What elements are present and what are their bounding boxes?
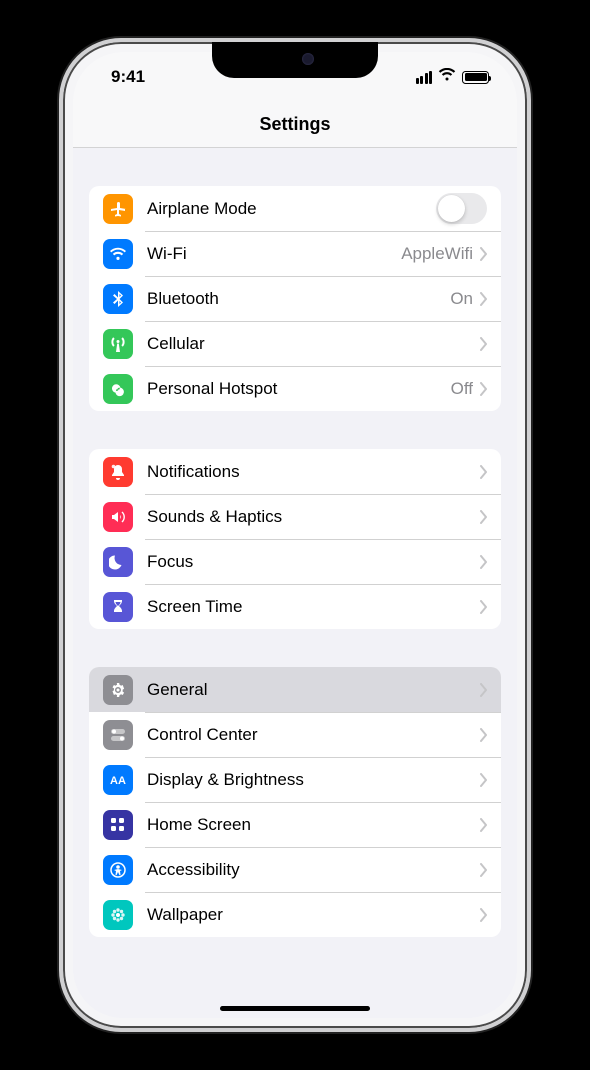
hourglass-icon: [103, 592, 133, 622]
settings-row-wifi[interactable]: Wi-FiAppleWifi: [89, 231, 501, 276]
settings-group: General Control Center Display & Brightnes…: [89, 667, 501, 937]
gear-icon: [103, 675, 133, 705]
notch: [212, 42, 378, 78]
settings-row-cellular[interactable]: Cellular: [89, 321, 501, 366]
chevron-right-icon: [479, 465, 487, 479]
page-title: Settings: [73, 100, 517, 148]
settings-row-detail: AppleWifi: [401, 244, 473, 264]
settings-row-label: Home Screen: [147, 815, 479, 835]
silence-switch: [59, 232, 61, 266]
link-icon: [103, 374, 133, 404]
battery-icon: [462, 71, 489, 84]
status-time: 9:41: [101, 67, 145, 87]
chevron-right-icon: [479, 247, 487, 261]
settings-row-bluetooth[interactable]: BluetoothOn: [89, 276, 501, 321]
grid-icon: [103, 810, 133, 840]
settings-group: Notifications Sounds & Haptics Focus Screen…: [89, 449, 501, 629]
iphone-frame: 9:41 Settings Airplane Mode Wi-FiAppleWif…: [59, 38, 531, 1032]
chevron-right-icon: [479, 600, 487, 614]
chevron-right-icon: [479, 908, 487, 922]
chevron-right-icon: [479, 728, 487, 742]
volume-up-button: [59, 302, 61, 368]
settings-row-focus[interactable]: Focus: [89, 539, 501, 584]
bell-icon: [103, 457, 133, 487]
moon-icon: [103, 547, 133, 577]
cellular-signal-icon: [416, 71, 433, 84]
chevron-right-icon: [479, 555, 487, 569]
settings-row-label: General: [147, 680, 479, 700]
settings-row-general[interactable]: General: [89, 667, 501, 712]
settings-row-label: Screen Time: [147, 597, 479, 617]
settings-row-label: Airplane Mode: [147, 199, 436, 219]
screen: 9:41 Settings Airplane Mode Wi-FiAppleWif…: [73, 52, 517, 1018]
settings-row-label: Notifications: [147, 462, 479, 482]
settings-row-notifications[interactable]: Notifications: [89, 449, 501, 494]
settings-row-label: Wi-Fi: [147, 244, 401, 264]
settings-row-accessibility[interactable]: Accessibility: [89, 847, 501, 892]
chevron-right-icon: [479, 683, 487, 697]
settings-row-wallpaper[interactable]: Wallpaper: [89, 892, 501, 937]
settings-row-label: Display & Brightness: [147, 770, 479, 790]
settings-row-detail: On: [450, 289, 473, 309]
wifi-icon: [103, 239, 133, 269]
antenna-icon: [103, 329, 133, 359]
settings-row-screentime[interactable]: Screen Time: [89, 584, 501, 629]
airplane-icon: [103, 194, 133, 224]
settings-row-hotspot[interactable]: Personal HotspotOff: [89, 366, 501, 411]
chevron-right-icon: [479, 382, 487, 396]
settings-group: Airplane ModeWi-FiAppleWifiBluetoothOnCe…: [89, 186, 501, 411]
settings-row-label: Sounds & Haptics: [147, 507, 479, 527]
status-icons: [416, 68, 490, 86]
switches-icon: [103, 720, 133, 750]
side-button: [529, 328, 531, 434]
chevron-right-icon: [479, 510, 487, 524]
chevron-right-icon: [479, 863, 487, 877]
speaker-icon: [103, 502, 133, 532]
settings-list[interactable]: Airplane ModeWi-FiAppleWifiBluetoothOnCe…: [73, 148, 517, 994]
settings-row-detail: Off: [451, 379, 473, 399]
chevron-right-icon: [479, 818, 487, 832]
settings-row-homescreen[interactable]: Home Screen: [89, 802, 501, 847]
settings-row-sounds[interactable]: Sounds & Haptics: [89, 494, 501, 539]
chevron-right-icon: [479, 773, 487, 787]
settings-row-label: Cellular: [147, 334, 479, 354]
settings-row-control[interactable]: Control Center: [89, 712, 501, 757]
home-indicator[interactable]: [220, 1006, 370, 1011]
settings-row-label: Personal Hotspot: [147, 379, 451, 399]
settings-row-label: Wallpaper: [147, 905, 479, 925]
chevron-right-icon: [479, 337, 487, 351]
bluetooth-icon: [103, 284, 133, 314]
settings-row-label: Bluetooth: [147, 289, 450, 309]
aa-icon: [103, 765, 133, 795]
volume-down-button: [59, 386, 61, 452]
flower-icon: [103, 900, 133, 930]
wifi-status-icon: [438, 68, 456, 86]
chevron-right-icon: [479, 292, 487, 306]
settings-row-display[interactable]: Display & Brightness: [89, 757, 501, 802]
settings-row-airplane[interactable]: Airplane Mode: [89, 186, 501, 231]
settings-row-label: Control Center: [147, 725, 479, 745]
settings-row-label: Focus: [147, 552, 479, 572]
person-icon: [103, 855, 133, 885]
airplane-toggle[interactable]: [436, 193, 487, 224]
settings-row-label: Accessibility: [147, 860, 479, 880]
